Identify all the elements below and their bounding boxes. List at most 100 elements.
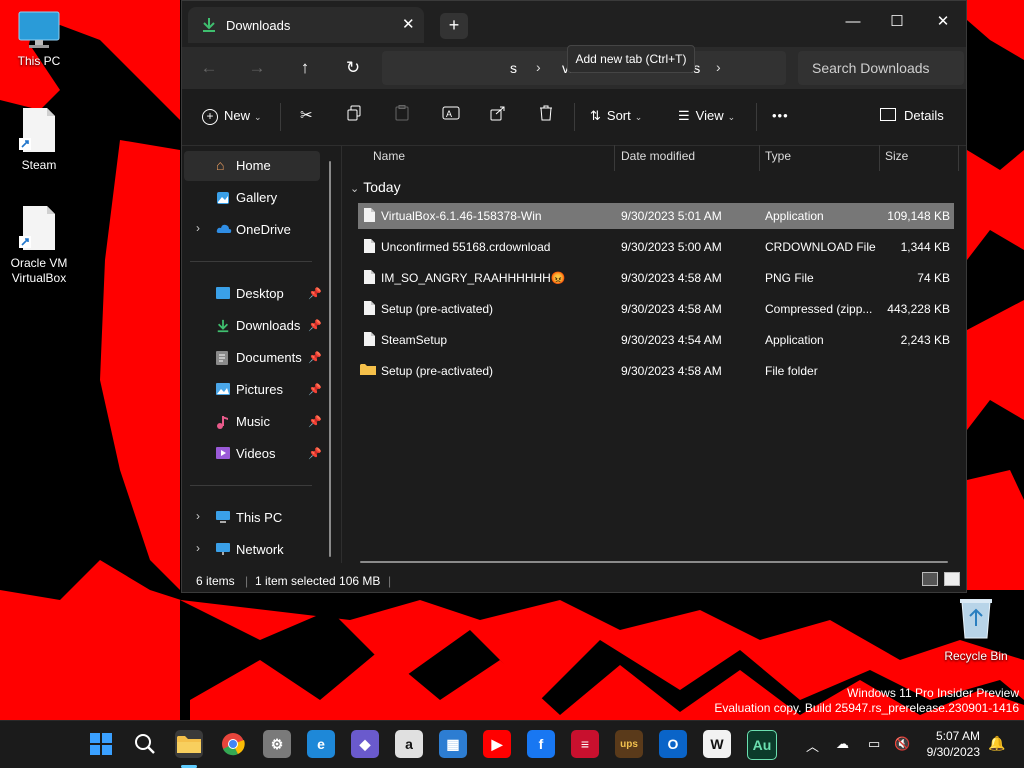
copy-icon[interactable] bbox=[346, 105, 362, 129]
pin-icon: 📌 bbox=[308, 384, 322, 396]
taskbar-facebook-icon[interactable]: f bbox=[527, 730, 555, 758]
column-header-size[interactable]: Size bbox=[885, 149, 908, 163]
rename-icon[interactable]: A bbox=[442, 105, 460, 129]
desktop-icon-virtualbox[interactable]: Oracle VM VirtualBox bbox=[1, 204, 77, 286]
sidebar-item-videos[interactable]: Videos 📌 bbox=[184, 439, 322, 469]
desktop-icon-this-pc[interactable]: This PC bbox=[1, 10, 77, 69]
system-clock[interactable]: 5:07 AM 9/30/2023 bbox=[927, 728, 980, 760]
table-row[interactable]: Setup (pre-activated) 9/30/2023 4:58 AM Fi… bbox=[358, 358, 954, 384]
chevron-right-icon[interactable]: › bbox=[716, 59, 721, 75]
network-icon bbox=[216, 543, 230, 559]
taskbar-amazon-icon[interactable]: a bbox=[395, 730, 423, 758]
shortcut-file-icon bbox=[19, 206, 55, 250]
taskbar-file-explorer-icon[interactable] bbox=[175, 730, 203, 758]
taskbar-bank-of-america-icon[interactable]: ≡ bbox=[571, 730, 599, 758]
watermark-line: Evaluation copy. Build 25947.rs_prerelea… bbox=[714, 701, 1019, 715]
network-tray-icon[interactable]: ▭ bbox=[868, 736, 880, 752]
sidebar-item-desktop[interactable]: Desktop 📌 bbox=[184, 279, 322, 309]
breadcrumb-item[interactable]: s bbox=[510, 60, 517, 76]
tooltip: Add new tab (Ctrl+T) bbox=[567, 45, 695, 73]
table-row[interactable]: Unconfirmed 55168.crdownload 9/30/2023 5:… bbox=[358, 234, 954, 260]
table-row[interactable]: VirtualBox-6.1.46-158378-Win 9/30/2023 5:… bbox=[358, 203, 954, 229]
taskbar-wikipedia-icon[interactable]: W bbox=[703, 730, 731, 758]
column-header-date[interactable]: Date modified bbox=[621, 149, 695, 163]
close-tab-icon[interactable]: ✕ bbox=[402, 15, 415, 33]
sidebar-item-home[interactable]: ⌂ Home bbox=[184, 151, 320, 181]
back-arrow-icon[interactable]: ← bbox=[196, 56, 222, 82]
new-button[interactable]: + New ⌄ bbox=[202, 105, 262, 129]
sort-button[interactable]: ⇅ Sort ⌄ bbox=[590, 105, 642, 129]
cut-icon[interactable]: ✂ bbox=[300, 105, 313, 129]
details-view-icon[interactable] bbox=[922, 572, 938, 586]
paste-icon[interactable] bbox=[394, 105, 410, 129]
taskbar-youtube-icon[interactable]: ▶ bbox=[483, 730, 511, 758]
taskbar-search-icon[interactable] bbox=[131, 730, 159, 758]
horizontal-scrollbar[interactable] bbox=[360, 561, 948, 563]
taskbar-ups-icon[interactable]: ups bbox=[615, 730, 643, 758]
item-count: 6 items bbox=[196, 574, 235, 588]
table-row[interactable]: SteamSetup 9/30/2023 4:54 AM Application 2,… bbox=[358, 327, 954, 353]
chevron-down-icon: ⌄ bbox=[634, 112, 643, 122]
up-arrow-icon[interactable]: ↑ bbox=[292, 56, 318, 82]
file-size: 109,148 KB bbox=[887, 209, 950, 223]
nav-scrollbar[interactable] bbox=[329, 161, 331, 557]
table-row[interactable]: Setup (pre-activated) 9/30/2023 4:58 AM Co… bbox=[358, 296, 954, 322]
chevron-right-icon[interactable]: › bbox=[196, 541, 200, 555]
column-divider[interactable] bbox=[614, 145, 615, 171]
taskbar-edge-icon[interactable]: e bbox=[307, 730, 335, 758]
share-icon[interactable] bbox=[490, 105, 506, 129]
desktop-icon-recycle-bin[interactable]: Recycle Bin bbox=[940, 596, 1012, 663]
sidebar-item-network[interactable]: › Network bbox=[184, 535, 320, 565]
plus-circle-icon: + bbox=[202, 109, 218, 125]
view-button[interactable]: ☰ View ⌄ bbox=[678, 105, 735, 129]
taskbar-outlook-icon[interactable]: O bbox=[659, 730, 687, 758]
sidebar-item-this-pc[interactable]: › This PC bbox=[184, 503, 320, 533]
file-icon bbox=[364, 270, 375, 287]
taskbar-store-icon[interactable]: ▦ bbox=[439, 730, 467, 758]
file-type: PNG File bbox=[765, 271, 814, 285]
sidebar-item-downloads[interactable]: Downloads 📌 bbox=[184, 311, 322, 341]
column-divider[interactable] bbox=[879, 145, 880, 171]
file-type: Application bbox=[765, 333, 824, 347]
details-button[interactable]: Details bbox=[880, 105, 944, 129]
refresh-icon[interactable]: ↻ bbox=[340, 56, 366, 82]
view-label: View bbox=[695, 108, 724, 123]
table-row[interactable]: IM_SO_ANGRY_RAAHHHHHH😡 9/30/2023 4:58 AM P… bbox=[358, 265, 954, 291]
delete-icon[interactable] bbox=[538, 105, 554, 129]
onedrive-tray-icon[interactable]: ☁ bbox=[836, 736, 849, 752]
chevron-right-icon[interactable]: › bbox=[196, 509, 200, 523]
more-options-button[interactable]: ••• bbox=[772, 105, 789, 129]
chevron-right-icon[interactable]: › bbox=[196, 221, 200, 235]
column-header-name[interactable]: Name bbox=[373, 149, 405, 163]
sidebar-item-onedrive[interactable]: › OneDrive bbox=[184, 215, 320, 245]
new-tab-button[interactable]: + bbox=[440, 13, 468, 39]
file-type: CRDOWNLOAD File bbox=[765, 240, 876, 254]
minimize-button[interactable]: — bbox=[830, 7, 876, 37]
taskbar-audition-icon[interactable]: Au bbox=[747, 730, 777, 760]
desktop-icon-steam[interactable]: Steam bbox=[1, 106, 77, 173]
column-header-type[interactable]: Type bbox=[765, 149, 791, 163]
column-divider[interactable] bbox=[759, 145, 760, 171]
forward-arrow-icon[interactable]: → bbox=[244, 56, 270, 82]
group-header-today[interactable]: ⌄ Today bbox=[350, 179, 401, 195]
volume-muted-icon[interactable]: 🔇 bbox=[894, 736, 910, 752]
maximize-button[interactable]: ☐ bbox=[874, 7, 920, 37]
taskbar-chrome-icon[interactable] bbox=[219, 730, 247, 758]
sidebar-item-gallery[interactable]: Gallery bbox=[184, 183, 320, 213]
column-divider[interactable] bbox=[958, 145, 959, 171]
show-hidden-icons-button[interactable]: ︿ bbox=[806, 736, 819, 755]
file-size: 1,344 KB bbox=[900, 240, 950, 254]
notification-bell-icon[interactable]: 🔔 bbox=[988, 735, 1005, 752]
sidebar-item-music[interactable]: Music 📌 bbox=[184, 407, 322, 437]
sidebar-item-pictures[interactable]: Pictures 📌 bbox=[184, 375, 322, 405]
sidebar-item-documents[interactable]: Documents 📌 bbox=[184, 343, 322, 373]
taskbar-copilot-icon[interactable]: ◆ bbox=[351, 730, 379, 758]
taskbar-start-icon[interactable] bbox=[87, 730, 115, 758]
tiles-view-icon[interactable] bbox=[944, 572, 960, 586]
tab-downloads[interactable]: Downloads ✕ bbox=[188, 7, 424, 43]
chevron-right-icon[interactable]: › bbox=[536, 59, 541, 75]
taskbar-settings-icon[interactable]: ⚙ bbox=[263, 730, 291, 758]
close-window-button[interactable]: ✕ bbox=[920, 7, 966, 37]
tab-title: Downloads bbox=[226, 18, 291, 33]
search-input[interactable]: Search Downloads bbox=[798, 51, 964, 85]
